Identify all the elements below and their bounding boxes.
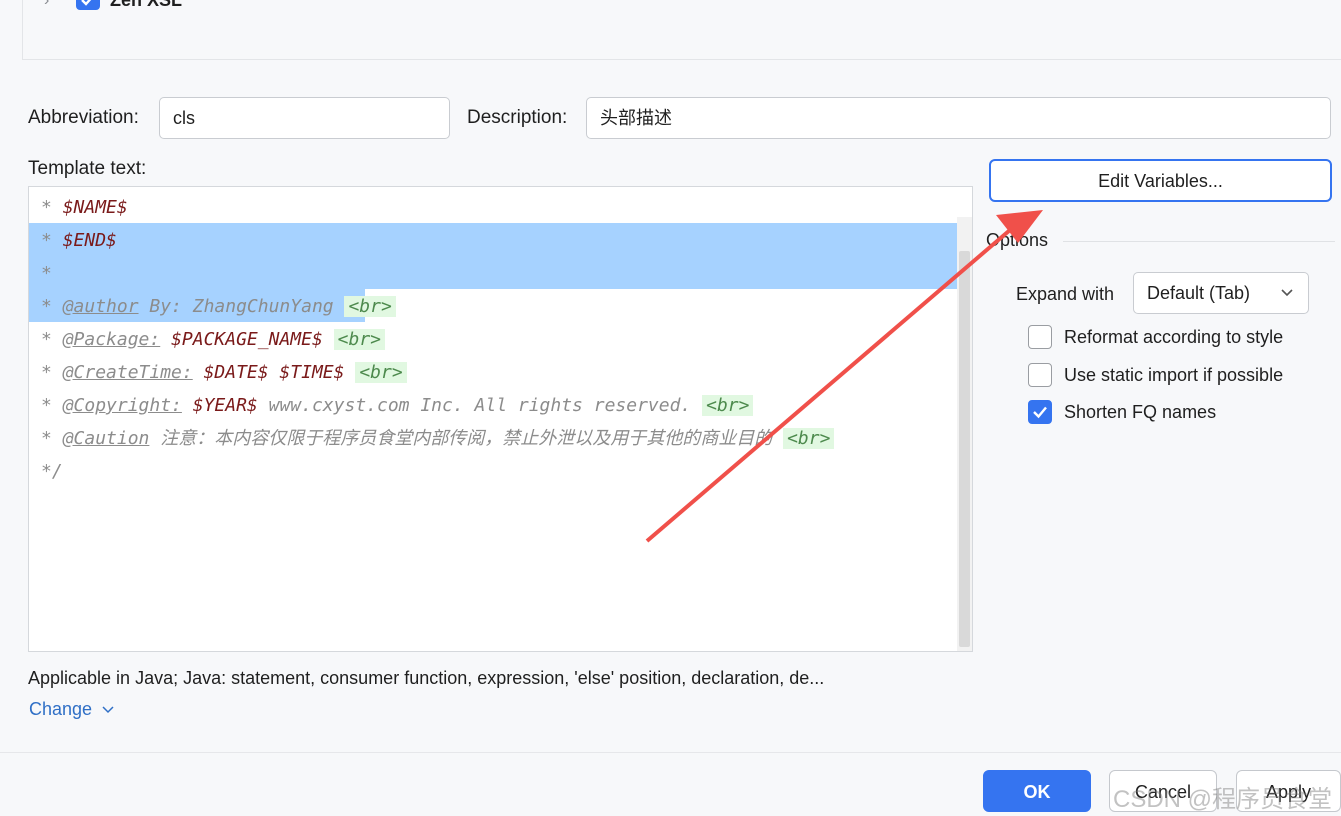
chevron-right-icon[interactable]: › xyxy=(44,0,49,10)
expand-with-select[interactable]: Default (Tab) xyxy=(1133,272,1309,314)
footer-divider xyxy=(0,752,1341,753)
code-token: <br> xyxy=(783,428,835,449)
description-label: Description: xyxy=(467,107,568,128)
expand-with-value: Default (Tab) xyxy=(1147,283,1251,303)
description-input[interactable]: 头部描述 xyxy=(586,97,1331,139)
static-import-checkbox[interactable] xyxy=(1028,363,1052,387)
code-token: $PACKAGE_NAME$ xyxy=(171,329,323,350)
code-line: * @Copyright: $YEAR$ www.cxyst.com Inc. … xyxy=(41,389,754,422)
edit-variables-button[interactable]: Edit Variables... xyxy=(989,159,1332,202)
comment-prefix: * xyxy=(41,395,63,416)
abbreviation-input[interactable]: cls xyxy=(159,97,450,139)
tree-item-label: Zen XSL xyxy=(110,0,183,10)
code-token: @Package: xyxy=(62,329,161,350)
template-tree-panel[interactable] xyxy=(22,0,1341,60)
code-token: By: ZhangChunYang xyxy=(138,296,345,317)
watermark: CSDN @程序员食堂 xyxy=(1113,786,1333,813)
code-line: * @Caution 注意：本内容仅限于程序员食堂内部传阅，禁止外泄以及用于其他… xyxy=(41,422,835,455)
change-link[interactable]: Change xyxy=(29,699,115,720)
code-line: */ xyxy=(41,455,63,488)
code-token: $DATE$ $TIME$ xyxy=(203,362,345,383)
code-line: * $END$ xyxy=(41,224,117,257)
code-token: <br> xyxy=(355,362,407,383)
reformat-label[interactable]: Reformat according to style xyxy=(1064,327,1283,348)
code-token: <br> xyxy=(333,329,385,350)
comment-prefix: * xyxy=(41,329,63,350)
code-line: * @CreateTime: $DATE$ $TIME$ <br> xyxy=(41,356,407,389)
comment-prefix: * xyxy=(41,230,63,251)
comment-prefix: * xyxy=(41,197,63,218)
code-token: <br> xyxy=(344,296,396,317)
comment-prefix: * xyxy=(41,362,63,383)
code-line: * @author By: ZhangChunYang <br> xyxy=(41,290,396,323)
code-line: * $NAME$ xyxy=(41,191,128,224)
tree-item-checkbox[interactable] xyxy=(76,0,100,10)
template-text-label: Template text: xyxy=(28,158,147,179)
code-token: $END$ xyxy=(62,230,117,251)
code-token: @Caution xyxy=(62,428,150,449)
ok-button[interactable]: OK xyxy=(983,770,1091,812)
comment-prefix: */ xyxy=(41,461,63,482)
comment-prefix: * xyxy=(41,263,52,284)
code-token: <br> xyxy=(702,395,754,416)
code-token: @CreateTime: xyxy=(62,362,193,383)
code-line: * @Package: $PACKAGE_NAME$ <br> xyxy=(41,323,385,356)
code-token: $NAME$ xyxy=(62,197,128,218)
options-title: Options xyxy=(986,230,1049,250)
code-line: * xyxy=(41,257,52,290)
change-link-label: Change xyxy=(29,699,93,719)
chevron-down-icon xyxy=(1281,289,1293,297)
vertical-scrollbar[interactable] xyxy=(957,217,972,651)
code-token: @Copyright: xyxy=(62,395,182,416)
reformat-checkbox[interactable] xyxy=(1028,325,1052,349)
abbreviation-label: Abbreviation: xyxy=(28,107,139,128)
shorten-fq-label[interactable]: Shorten FQ names xyxy=(1064,402,1216,423)
code-token: $YEAR$ xyxy=(192,395,258,416)
chevron-down-icon xyxy=(102,706,114,714)
checkmark-icon xyxy=(1033,406,1047,419)
comment-prefix: * xyxy=(41,428,63,449)
checkmark-icon xyxy=(81,0,92,6)
shorten-fq-checkbox[interactable] xyxy=(1028,400,1052,424)
code-token: www.cxyst.com Inc. All rights reserved. xyxy=(257,395,703,416)
code-token: @author xyxy=(62,296,139,317)
expand-with-label: Expand with xyxy=(1016,284,1115,304)
selection-highlight xyxy=(29,223,972,289)
code-token: 注意：本内容仅限于程序员食堂内部传阅，禁止外泄以及用于其他的商业目的 xyxy=(149,428,784,449)
applicable-contexts-text: Applicable in Java; Java: statement, con… xyxy=(28,668,825,688)
template-text-editor[interactable]: * $NAME$ * $END$ * * @author By: ZhangChunY… xyxy=(28,186,973,652)
static-import-label[interactable]: Use static import if possible xyxy=(1064,365,1283,386)
comment-prefix: * xyxy=(41,296,63,317)
scrollbar-thumb[interactable] xyxy=(959,251,970,647)
options-divider xyxy=(1063,241,1335,242)
